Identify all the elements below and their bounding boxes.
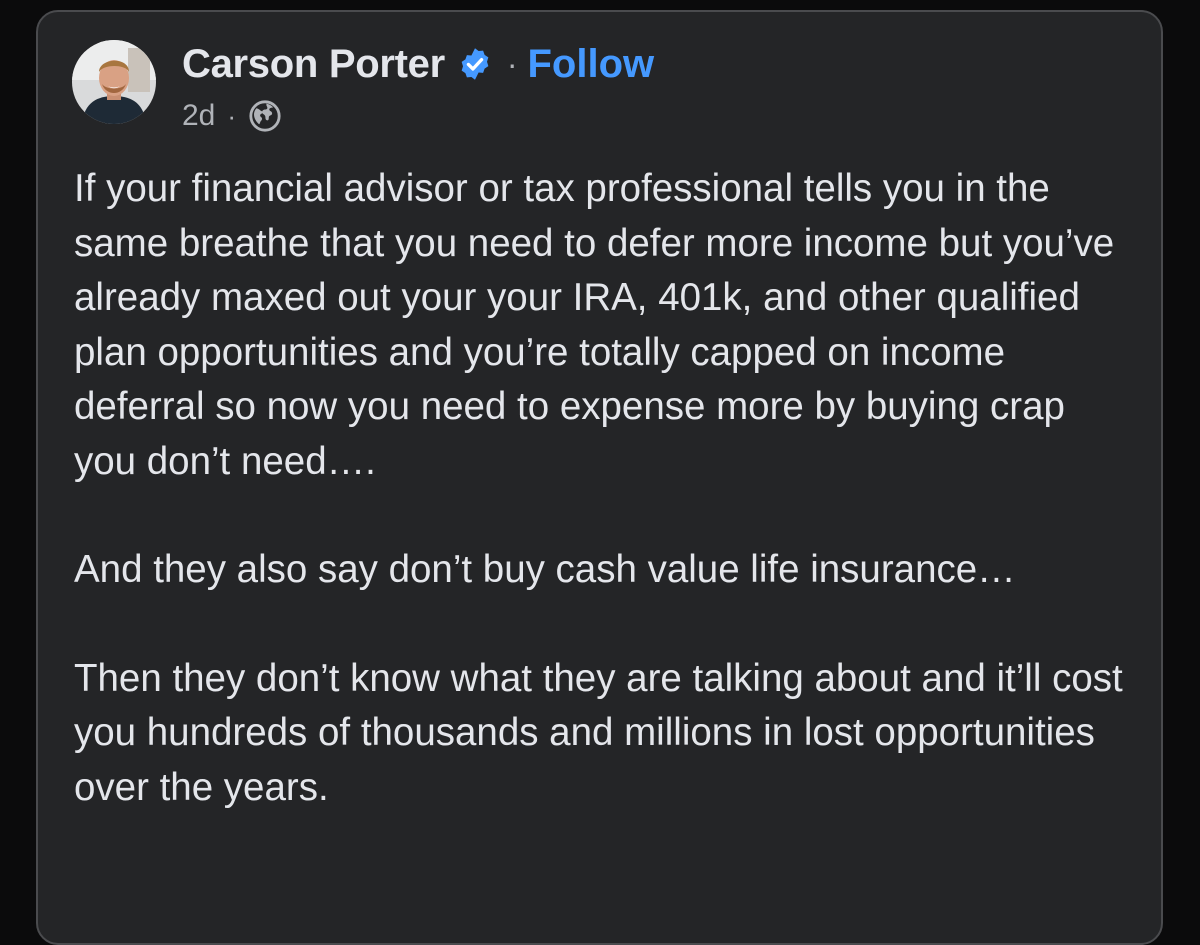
post-paragraph: Then they don’t know what they are talki…	[74, 656, 1123, 809]
author-name-row: Carson Porter · Follow	[182, 38, 654, 90]
post-paragraph: And they also say don’t buy cash value l…	[74, 548, 1016, 591]
name-separator: ·	[506, 45, 518, 82]
verified-badge-icon	[457, 46, 493, 82]
post-timestamp[interactable]: 2d	[182, 99, 215, 133]
follow-button[interactable]: Follow	[528, 42, 655, 87]
post-body: If your financial advisor or tax profess…	[74, 162, 1134, 815]
author-name[interactable]: Carson Porter	[182, 42, 445, 87]
globe-icon[interactable]	[248, 99, 282, 133]
post-meta: 2d ·	[182, 96, 282, 136]
post-paragraph: If your financial advisor or tax profess…	[74, 167, 1115, 483]
meta-separator: ·	[227, 100, 237, 131]
post-card: Carson Porter · Follow 2d · If your fina…	[36, 10, 1163, 945]
avatar-photo	[72, 40, 156, 124]
author-avatar[interactable]	[72, 40, 156, 124]
